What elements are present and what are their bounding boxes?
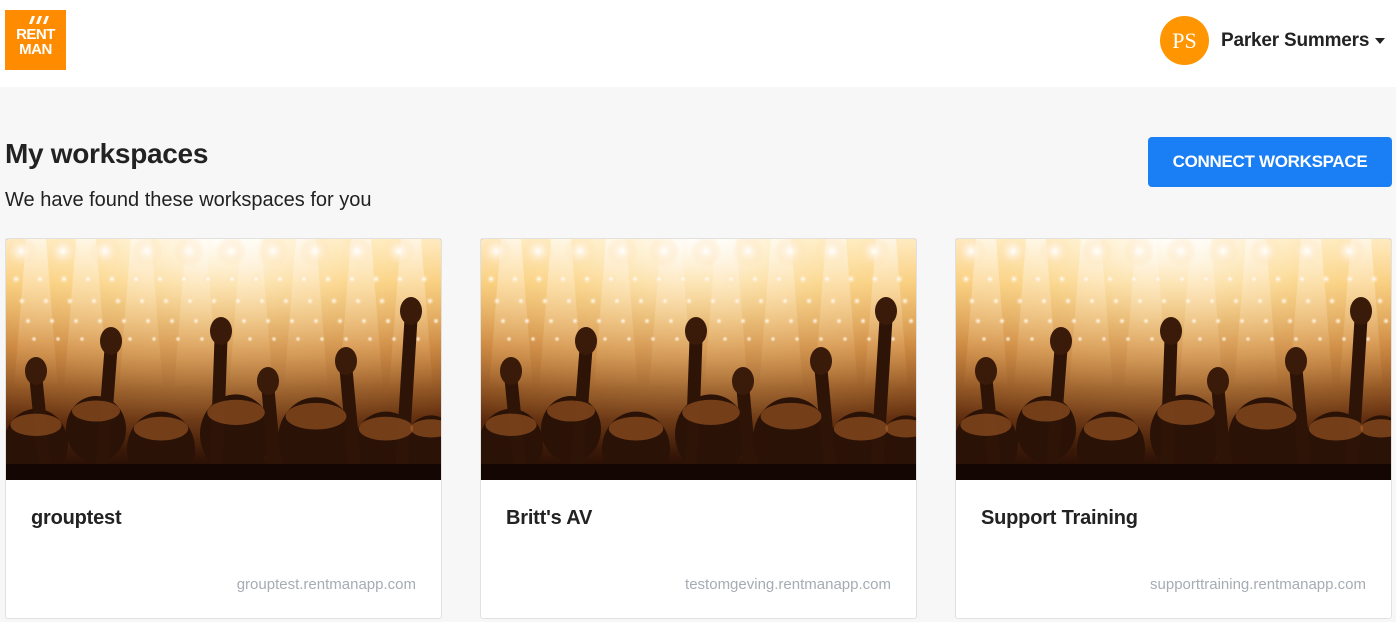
user-menu[interactable]: PS Parker Summers <box>1156 16 1396 65</box>
workspace-name: Britt's AV <box>506 507 593 529</box>
connect-workspace-button[interactable]: CONNECT WORKSPACE <box>1148 137 1392 187</box>
logo-text-line2: MAN <box>19 41 52 58</box>
workspace-name: grouptest <box>31 507 122 529</box>
workspace-card[interactable]: Britt's AV testomgeving.rentmanapp.com <box>480 238 917 619</box>
page-title: My workspaces <box>5 138 209 169</box>
workspace-url: grouptest.rentmanapp.com <box>236 576 416 593</box>
avatar[interactable]: PS <box>1160 16 1209 65</box>
concert-crowd-photo <box>6 239 441 480</box>
logo-text-line1: RENT <box>16 26 55 43</box>
concert-crowd-photo <box>481 239 916 480</box>
page-subtitle: We have found these workspaces for you <box>5 189 372 211</box>
workspace-url: testomgeving.rentmanapp.com <box>685 576 891 593</box>
concert-crowd-photo <box>956 239 1391 480</box>
top-bar: RENT MAN PS Parker Summers <box>0 0 1396 87</box>
user-name[interactable]: Parker Summers <box>1221 30 1369 52</box>
caret-down-icon[interactable] <box>1375 38 1385 44</box>
rentman-logo[interactable]: RENT MAN <box>5 10 66 70</box>
workspace-name: Support Training <box>981 507 1138 529</box>
workspace-card[interactable]: grouptest grouptest.rentmanapp.com <box>5 238 442 619</box>
workspace-url: supporttraining.rentmanapp.com <box>1150 576 1366 593</box>
workspace-card[interactable]: Support Training supporttraining.rentman… <box>955 238 1392 619</box>
logo-stripes-icon <box>29 16 49 24</box>
